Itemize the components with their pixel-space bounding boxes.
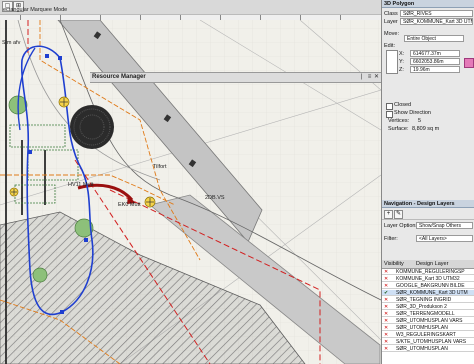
visibility-icon[interactable]: ✕ xyxy=(384,304,394,310)
visibility-icon[interactable]: ✕ xyxy=(384,318,394,324)
object-info-panel: 3D Polygon Class SØR_RIVES Layer SØR_KOM… xyxy=(381,0,474,364)
visibility-icon[interactable]: ✔ xyxy=(384,290,394,296)
view-toolbar: ▢ ⊞ ectangular Marquee Mode xyxy=(0,0,381,20)
layer-row-active[interactable]: ✔ SØR_KOMMUNE_Kart 3D UTM xyxy=(382,290,474,296)
class-select[interactable]: SØR_RIVES xyxy=(400,10,473,17)
textured-disc xyxy=(70,105,114,149)
layer-row[interactable]: ✕ SØR_TEGNING INGRID xyxy=(382,297,474,303)
vertices-value: 5 xyxy=(418,118,422,124)
layer-row[interactable]: ✕ W3_REGULERINGSKART xyxy=(382,332,474,338)
navigation-title: Navigation - Design Layers xyxy=(382,200,474,208)
show-direction-checkbox[interactable] xyxy=(386,111,393,118)
z-label: Z: xyxy=(399,67,404,73)
ruler xyxy=(0,14,381,20)
layers-table-header: Visibility Design Layer xyxy=(382,260,474,269)
edit-layer-icon[interactable]: ✎ xyxy=(394,210,403,219)
label-2db: 2DB.VS xyxy=(205,195,225,201)
visibility-icon[interactable]: ✕ xyxy=(384,276,394,282)
col-visibility: Visibility xyxy=(384,261,404,267)
surface-label: Surface: xyxy=(388,126,409,132)
layer-row[interactable]: ✕ SØR_UTOMHUSPLAN xyxy=(382,346,474,352)
surface-value: 8,809 sq m xyxy=(412,126,440,132)
mode-label: ectangular Marquee Mode xyxy=(3,7,68,13)
pink-tool-icon[interactable] xyxy=(464,58,474,68)
layer-options-label: Layer Options: xyxy=(384,223,420,229)
filter-select[interactable]: <All Layers> xyxy=(416,235,473,242)
y-label: Y: xyxy=(399,59,404,65)
layer-row[interactable]: ✕ S/KTE_UTOMHUSPLAN VARS xyxy=(382,339,474,345)
drawing-canvas[interactable]: Sim afv HV11 Mutt EK0 Mutt Tilfort 2DB.V… xyxy=(0,0,381,364)
visibility-icon[interactable]: ✕ xyxy=(384,297,394,303)
label-ek0: EK0 Mutt xyxy=(118,202,141,208)
closed-checkbox[interactable] xyxy=(386,103,393,110)
visibility-icon[interactable]: ✕ xyxy=(384,311,394,317)
move-select[interactable]: Entire Object xyxy=(404,35,464,42)
filter-label: Filter: xyxy=(384,236,398,242)
visibility-icon[interactable]: ✕ xyxy=(384,283,394,289)
move-label: Move: xyxy=(384,31,399,37)
layer-row[interactable]: ✕ SØR_UTOMHUSPLAN xyxy=(382,325,474,331)
layer-row[interactable]: ✕ KOMMUNE_Kart 3D UTM32 xyxy=(382,276,474,282)
label-hv11: HV11 Mutt xyxy=(68,182,94,188)
object-type-title: 3D Polygon xyxy=(382,0,474,8)
closed-label: Closed xyxy=(394,102,412,108)
label-sim-afv: Sim afv xyxy=(2,40,21,46)
layer-row[interactable]: ✕ GOOGLE_BAKGRUNN BILDE xyxy=(382,283,474,289)
layer-options-select[interactable]: Show/Snap Others xyxy=(416,222,473,229)
layer-row[interactable]: ✕ KOMMUNE_REGULERINGSP xyxy=(382,269,474,275)
x-label: X: xyxy=(399,51,405,57)
edit-label: Edit: xyxy=(384,43,396,49)
x-field[interactable]: 614677.37m xyxy=(410,50,460,57)
menu-icon[interactable]: ≡ xyxy=(366,74,373,81)
visibility-icon[interactable]: ✕ xyxy=(384,339,394,345)
close-icon[interactable]: ✕ xyxy=(373,74,380,81)
resource-manager-bar[interactable]: Resource Manager ❘ ≡ ✕ xyxy=(90,72,381,83)
layers-list: ✕ KOMMUNE_REGULERINGSP ✕ KOMMUNE_Kart 3D U… xyxy=(382,269,474,364)
anchor-grid-icon[interactable] xyxy=(386,50,398,74)
layer-row[interactable]: ✕ SØR_TERRENGMODELL xyxy=(382,311,474,317)
layer-row[interactable]: ✕ SØR_UTOMHUSPLAN VARS xyxy=(382,318,474,324)
class-label: Class xyxy=(384,11,398,17)
resource-manager-title: Resource Manager xyxy=(92,74,146,80)
layer-row[interactable]: ✕ SØR_3D_Produkson 2 xyxy=(382,304,474,310)
vertices-label: Vertices: xyxy=(388,118,410,124)
layer-select[interactable]: SØR_KOMMUNE_Kart 3D UTM32 NN xyxy=(400,18,473,25)
nav-toolbar: + ✎ xyxy=(382,209,474,220)
z-field[interactable]: 19.96m xyxy=(410,66,460,73)
show-direction-label: Show Direction xyxy=(394,110,431,116)
visibility-icon[interactable]: ✕ xyxy=(384,269,394,275)
visibility-icon[interactable]: ✕ xyxy=(384,325,394,331)
new-layer-icon[interactable]: + xyxy=(384,210,393,219)
drawing-svg[interactable]: Sim afv HV11 Mutt EK0 Mutt Tilfort 2DB.V… xyxy=(0,0,381,364)
visibility-icon[interactable]: ✕ xyxy=(384,332,394,338)
visibility-icon[interactable]: ✕ xyxy=(384,346,394,352)
label-tilfort: Tilfort xyxy=(153,164,167,170)
col-design-layer: Design Layer xyxy=(416,261,449,267)
pin-icon[interactable]: ❘ xyxy=(358,74,365,81)
y-field[interactable]: 6602053.86m xyxy=(410,58,460,65)
layer-label: Layer xyxy=(384,19,398,25)
